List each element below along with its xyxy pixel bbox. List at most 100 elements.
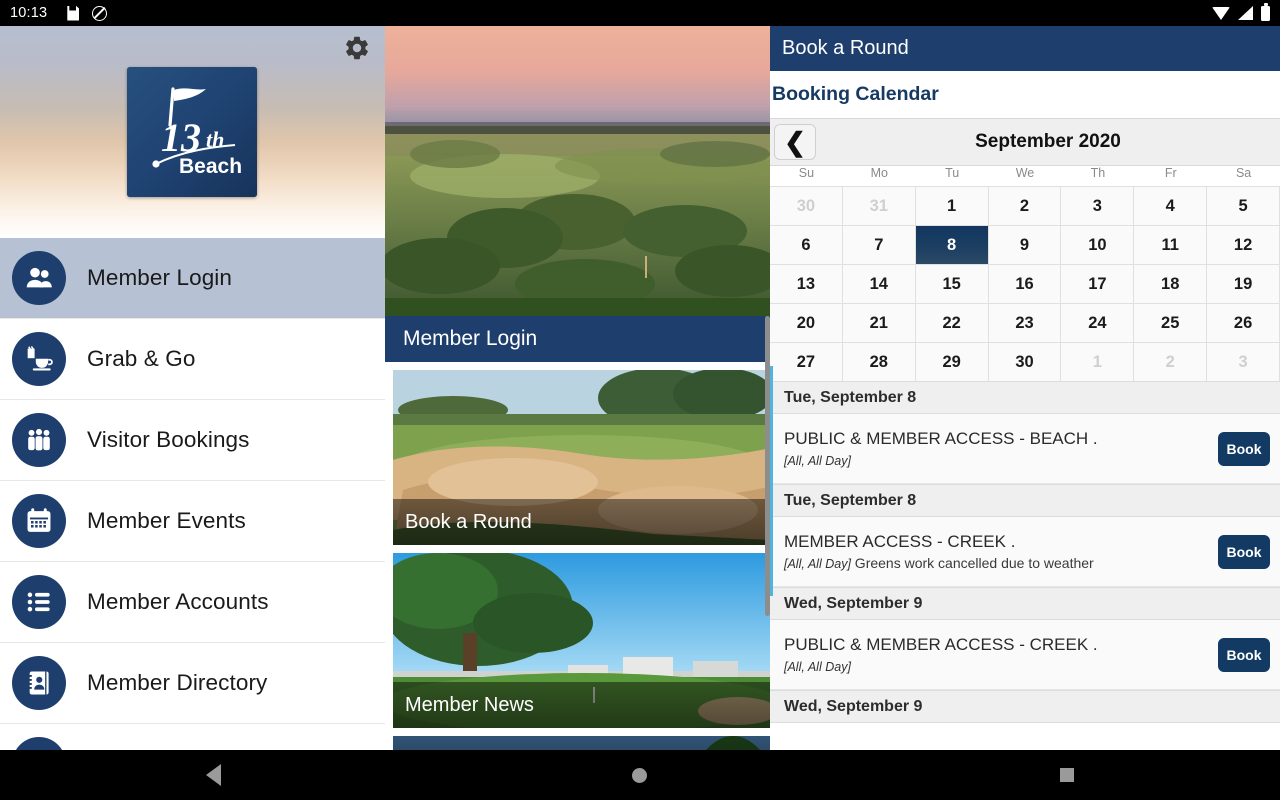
calendar-day[interactable]: 18 bbox=[1134, 264, 1208, 303]
sidebar-item-member-accounts[interactable]: Member Accounts bbox=[0, 562, 385, 642]
calendar-day[interactable]: 1 bbox=[1061, 342, 1135, 381]
calendar-day[interactable]: 2 bbox=[1134, 342, 1208, 381]
weekday-label: Fr bbox=[1164, 166, 1177, 180]
calendar-day[interactable]: 19 bbox=[1207, 264, 1280, 303]
calendar-day[interactable]: 17 bbox=[1061, 264, 1135, 303]
card-label: Member News bbox=[393, 682, 770, 728]
card-third[interactable] bbox=[393, 736, 770, 750]
calendar-weekday-row: Su Mo Tu We Th Fr Sa bbox=[770, 166, 1280, 186]
panel-title: Book a Round bbox=[782, 37, 909, 59]
calendar-day[interactable]: 11 bbox=[1134, 225, 1208, 264]
calendar-day[interactable]: 9 bbox=[988, 225, 1062, 264]
calendar-day[interactable]: 25 bbox=[1134, 303, 1208, 342]
booking-texts: PUBLIC & MEMBER ACCESS - BEACH . [All, Al… bbox=[784, 428, 1210, 470]
sidebar-item-visitor-bookings[interactable]: Visitor Bookings bbox=[0, 400, 385, 480]
sidebar-header: 13 th Beach bbox=[0, 26, 385, 238]
booking-date-header: Wed, September 9 bbox=[770, 587, 1280, 620]
golf-course-sunset-photo bbox=[385, 26, 770, 316]
sidebar-menu: Member Login Grab & Go Visitor Bookings … bbox=[0, 238, 385, 750]
calendar-day[interactable]: 7 bbox=[842, 225, 916, 264]
weekday-label: Su bbox=[798, 166, 815, 180]
booking-panel: Book a Round Booking Calendar ❮ Septembe… bbox=[770, 26, 1280, 750]
gear-icon[interactable] bbox=[343, 34, 371, 62]
panel-scroll-indicator[interactable] bbox=[770, 366, 773, 596]
nav-home-button[interactable] bbox=[555, 750, 725, 800]
calendar-day[interactable]: 14 bbox=[842, 264, 916, 303]
calendar-day[interactable]: 10 bbox=[1061, 225, 1135, 264]
weekday-label: Th bbox=[1090, 166, 1106, 180]
calendar-day[interactable]: 31 bbox=[842, 186, 916, 225]
center-column: Member Login Book a Round Member News bbox=[385, 26, 770, 750]
club-logo: 13 th Beach bbox=[127, 67, 257, 197]
calendar-day[interactable]: 15 bbox=[915, 264, 989, 303]
calendar-day[interactable]: 26 bbox=[1207, 303, 1280, 342]
calendar-day[interactable]: 30 bbox=[770, 186, 843, 225]
calendar-week-row: 20 21 22 23 24 25 26 bbox=[770, 303, 1280, 342]
address-book-icon bbox=[12, 656, 66, 710]
booking-time: [All, All Day] bbox=[784, 453, 851, 468]
status-bar-left-icons bbox=[67, 5, 108, 21]
calendar-day[interactable]: 28 bbox=[842, 342, 916, 381]
calendar-day[interactable]: 16 bbox=[988, 264, 1062, 303]
three-people-icon bbox=[12, 413, 66, 467]
calendar-day[interactable]: 24 bbox=[1061, 303, 1135, 342]
calendar-day[interactable]: 3 bbox=[1207, 342, 1280, 381]
sidebar-item-member-events[interactable]: Member Events bbox=[0, 481, 385, 561]
calendar-day-selected[interactable]: 8 bbox=[915, 225, 989, 264]
calendar-day[interactable]: 21 bbox=[842, 303, 916, 342]
two-people-icon bbox=[12, 251, 66, 305]
calendar-day[interactable]: 27 bbox=[770, 342, 843, 381]
booking-date-header: Tue, September 8 bbox=[770, 381, 1280, 414]
booking-title: PUBLIC & MEMBER ACCESS - BEACH . bbox=[784, 428, 1098, 448]
calendar-prev-month-button[interactable]: ❮ bbox=[774, 124, 816, 160]
app-content: 13 th Beach Member Login Grab & Go Visit… bbox=[0, 26, 1280, 750]
calendar-day[interactable]: 1 bbox=[915, 186, 989, 225]
card-member-news[interactable]: Member News bbox=[393, 553, 770, 728]
booking-date-header: Wed, September 9 bbox=[770, 690, 1280, 723]
chevron-left-icon: ❮ bbox=[784, 127, 806, 157]
book-button[interactable]: Book bbox=[1218, 534, 1270, 569]
sidebar-item-member-directory[interactable]: Member Directory bbox=[0, 643, 385, 723]
card-book-a-round[interactable]: Book a Round bbox=[393, 370, 770, 545]
booking-row[interactable]: MEMBER ACCESS - CREEK . [All, All Day] Gr… bbox=[770, 517, 1280, 587]
calendar-day[interactable]: 3 bbox=[1061, 186, 1135, 225]
sdcard-icon bbox=[67, 5, 80, 21]
sidebar: 13 th Beach Member Login Grab & Go Visit… bbox=[0, 26, 385, 750]
booking-subtext: [All, All Day] Greens work cancelled due… bbox=[784, 555, 1210, 573]
card-label: Book a Round bbox=[393, 499, 770, 545]
sidebar-item-my-profile[interactable]: My Profile bbox=[0, 724, 385, 750]
booking-row[interactable]: PUBLIC & MEMBER ACCESS - CREEK . [All, Al… bbox=[770, 620, 1280, 690]
calendar-day[interactable]: 4 bbox=[1134, 186, 1208, 225]
calendar-day[interactable]: 23 bbox=[988, 303, 1062, 342]
booking-note: Greens work cancelled due to weather bbox=[850, 554, 1094, 571]
calendar-day[interactable]: 29 bbox=[915, 342, 989, 381]
sidebar-item-label: Member Events bbox=[87, 508, 246, 533]
sidebar-item-member-login[interactable]: Member Login bbox=[0, 238, 385, 318]
home-icon bbox=[632, 767, 648, 783]
signal-icon bbox=[1238, 6, 1253, 20]
nav-back-button[interactable] bbox=[128, 750, 298, 800]
calendar-day[interactable]: 2 bbox=[988, 186, 1062, 225]
book-button[interactable]: Book bbox=[1218, 637, 1270, 672]
calendar-icon bbox=[12, 494, 66, 548]
calendar-day[interactable]: 30 bbox=[988, 342, 1062, 381]
booking-row[interactable]: PUBLIC & MEMBER ACCESS - BEACH . [All, Al… bbox=[770, 414, 1280, 484]
booking-calendar-heading: Booking Calendar bbox=[772, 83, 939, 105]
calendar-day[interactable]: 22 bbox=[915, 303, 989, 342]
status-bar-clock: 10:13 bbox=[10, 5, 48, 21]
booking-subtext: [All, All Day] bbox=[784, 452, 1210, 470]
android-nav-bar bbox=[0, 750, 1280, 800]
calendar-day[interactable]: 12 bbox=[1207, 225, 1280, 264]
calendar-day[interactable]: 20 bbox=[770, 303, 843, 342]
center-title-bar: Member Login bbox=[385, 316, 770, 362]
booking-time: [All, All Day] bbox=[784, 556, 851, 571]
sidebar-item-grab-and-go[interactable]: Grab & Go bbox=[0, 319, 385, 399]
list-icon bbox=[12, 575, 66, 629]
book-button[interactable]: Book bbox=[1218, 431, 1270, 466]
booking-title: PUBLIC & MEMBER ACCESS - CREEK . bbox=[784, 634, 1098, 654]
calendar-day[interactable]: 13 bbox=[770, 264, 843, 303]
calendar-day[interactable]: 6 bbox=[770, 225, 843, 264]
wifi-icon bbox=[1212, 6, 1230, 20]
calendar-day[interactable]: 5 bbox=[1207, 186, 1280, 225]
nav-recents-button[interactable] bbox=[982, 750, 1152, 800]
